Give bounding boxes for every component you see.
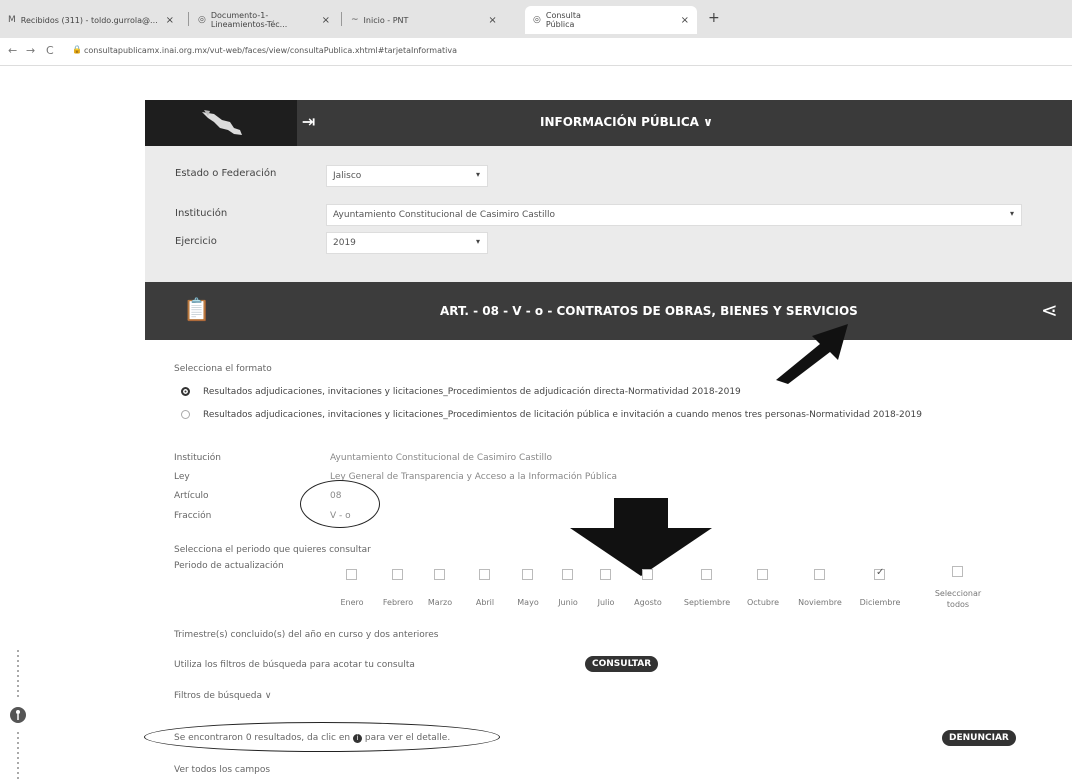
globe-icon: ◎	[533, 15, 541, 25]
ejercicio-select[interactable]: 2019 ▾	[326, 232, 488, 254]
annotation-down-arrow-icon	[570, 498, 712, 576]
month-checkbox[interactable]	[434, 569, 445, 580]
url-field[interactable]: consultapublicamx.inai.org.mx/vut-web/fa…	[84, 46, 457, 55]
browser-tab-bar: M Recibidos (311) - toldo.gurrola@... × …	[0, 0, 1072, 38]
search-hint: Utiliza los filtros de búsqueda para aco…	[174, 660, 415, 670]
chevron-down-icon: ∨	[703, 115, 713, 129]
format-prompt: Selecciona el formato	[174, 364, 272, 374]
ejercicio-value: 2019	[333, 238, 356, 248]
month-checkbox[interactable]	[814, 569, 825, 580]
period-label: Periodo de actualización	[174, 561, 284, 571]
filtros-toggle[interactable]: Filtros de búsqueda ∨	[174, 691, 271, 701]
close-icon[interactable]: ×	[681, 15, 689, 26]
ver-todos-link[interactable]: Ver todos los campos	[174, 765, 270, 775]
format-radio-2[interactable]	[181, 410, 190, 419]
period-prompt: Selecciona el periodo que quieres consul…	[174, 545, 371, 555]
denunciar-button[interactable]: DENUNCIAR	[942, 730, 1016, 746]
browser-tab-pnt[interactable]: ~ Inicio - PNT ×	[343, 6, 523, 34]
pnt-icon: ~	[351, 15, 359, 25]
institucion-label: Institución	[175, 208, 228, 219]
accessibility-icon[interactable]	[8, 650, 28, 780]
detail-articulo-label: Artículo	[174, 491, 209, 501]
lock-icon: 🔒	[72, 45, 82, 54]
institucion-select[interactable]: Ayuntamiento Constitucional de Casimiro …	[326, 204, 1022, 226]
month-checkbox[interactable]	[757, 569, 768, 580]
mexico-logo[interactable]	[145, 100, 297, 146]
format-option-1[interactable]: Resultados adjudicaciones, invitaciones …	[203, 387, 741, 397]
forward-icon[interactable]: →	[26, 44, 35, 57]
month-checkbox[interactable]	[522, 569, 533, 580]
login-icon[interactable]: ⇥	[302, 107, 332, 137]
estado-label: Estado o Federación	[175, 168, 277, 179]
reload-icon[interactable]: C	[46, 44, 54, 57]
article-bar: 📋 ART. - 08 - V - o - CONTRATOS DE OBRAS…	[145, 282, 1072, 340]
back-icon[interactable]: ←	[8, 44, 17, 57]
month-checkbox[interactable]	[642, 569, 653, 580]
detail-institucion-label: Institución	[174, 453, 221, 463]
detail-ley-value: Ley General de Transparencia y Acceso a …	[330, 472, 618, 482]
detail-institucion-value: Ayuntamiento Constitucional de Casimiro …	[330, 453, 552, 463]
consultar-button[interactable]: CONSULTAR	[585, 656, 659, 672]
share-icon[interactable]: ⋖	[1041, 298, 1058, 322]
address-bar: ← → C 🔒 consultapublicamx.inai.org.mx/vu…	[0, 38, 1072, 66]
annotation-arrow-icon	[776, 324, 848, 384]
nav-informacion-publica[interactable]: INFORMACIÓN PÚBLICA ∨	[540, 115, 713, 129]
mexico-map-icon	[202, 110, 242, 135]
close-icon[interactable]: ×	[166, 15, 174, 26]
month-checkbox[interactable]	[600, 569, 611, 580]
tab-label: Inicio - PNT	[363, 15, 409, 25]
month-checkbox[interactable]	[479, 569, 490, 580]
month-checkbox[interactable]	[874, 567, 885, 580]
browser-tab-documento[interactable]: ◎ Documento-1-Lineamientos-Téc... ×	[190, 6, 338, 34]
annotation-circle	[300, 480, 380, 528]
select-all-checkbox[interactable]	[952, 566, 963, 577]
globe-icon: ◎	[198, 15, 206, 25]
close-icon[interactable]: ×	[322, 15, 330, 26]
format-option-2[interactable]: Resultados adjudicaciones, invitaciones …	[203, 410, 922, 420]
caret-down-icon: ▾	[1009, 209, 1014, 218]
caret-down-icon: ▾	[475, 170, 480, 179]
month-label: Agosto	[634, 598, 662, 607]
clipboard-icon: 📋	[183, 298, 211, 323]
site-header: ⇥ INFORMACIÓN PÚBLICA ∨	[145, 100, 1072, 146]
annotation-ellipse	[144, 722, 500, 752]
tab-label: Recibidos (311) - toldo.gurrola@...	[20, 15, 158, 25]
detail-ley-label: Ley	[174, 472, 190, 482]
browser-tab-gmail[interactable]: M Recibidos (311) - toldo.gurrola@... ×	[0, 6, 185, 34]
article-title: ART. - 08 - V - o - CONTRATOS DE OBRAS, …	[440, 304, 858, 318]
browser-tab-consulta[interactable]: ◎ Consulta Pública ×	[525, 6, 697, 34]
format-radio-1[interactable]	[181, 387, 190, 396]
month-checkbox[interactable]	[562, 569, 573, 580]
period-note: Trimestre(s) concluido(s) del año en cur…	[174, 630, 439, 640]
ejercicio-label: Ejercicio	[175, 236, 217, 247]
gmail-icon: M	[8, 15, 16, 25]
tab-label: Documento-1-Lineamientos-Téc...	[210, 11, 288, 29]
month-label: Octubre	[746, 598, 779, 607]
estado-select[interactable]: Jalisco ▾	[326, 165, 488, 187]
detail-fraccion-label: Fracción	[174, 511, 212, 521]
month-label: Noviembre	[798, 598, 842, 607]
estado-value: Jalisco	[333, 171, 362, 181]
select-all-label: Seleccionar todos	[934, 589, 982, 609]
chevron-down-icon: ∨	[264, 691, 272, 701]
tab-label: Consulta Pública	[545, 11, 581, 29]
close-icon[interactable]: ×	[488, 15, 496, 26]
month-checkbox[interactable]	[346, 569, 357, 580]
caret-down-icon: ▾	[475, 237, 480, 246]
month-checkbox[interactable]	[392, 569, 403, 580]
month-checkbox[interactable]	[701, 569, 712, 580]
month-label: Septiembre	[683, 598, 731, 607]
institucion-value: Ayuntamiento Constitucional de Casimiro …	[333, 210, 555, 220]
month-label: Diciembre	[859, 598, 901, 607]
new-tab-button[interactable]: +	[708, 10, 720, 26]
